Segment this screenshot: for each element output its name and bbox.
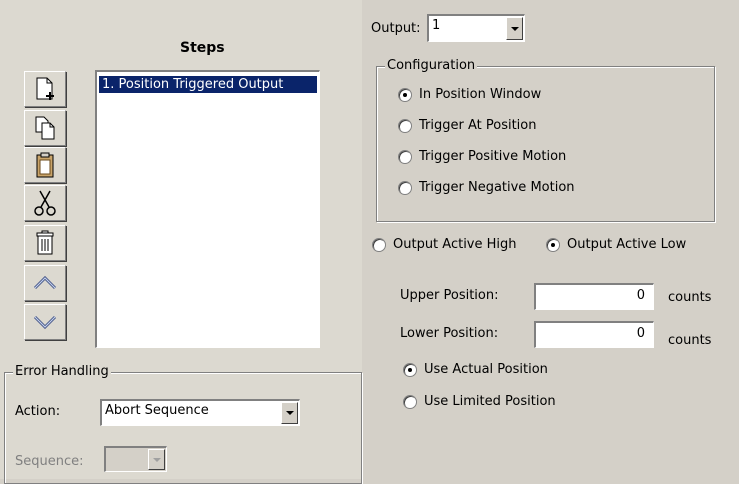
option-label: Trigger At Position (419, 118, 537, 133)
chevron-down-icon[interactable] (506, 17, 523, 40)
lower-position-input[interactable]: 0 (534, 321, 654, 348)
output-active-high-option[interactable]: Output Active High (372, 237, 517, 252)
trash-icon (36, 230, 54, 255)
option-label: Trigger Negative Motion (419, 180, 575, 195)
radio-button[interactable] (398, 87, 412, 102)
new-document-icon (36, 77, 54, 100)
copy-step-button[interactable] (24, 110, 66, 146)
radio-button[interactable] (398, 118, 412, 133)
upper-position-unit: counts (668, 290, 712, 305)
upper-position-label: Upper Position: (400, 288, 499, 303)
option-label: In Position Window (419, 87, 542, 102)
use-limited-position-option[interactable]: Use Limited Position (403, 394, 556, 409)
chevron-down-icon[interactable] (148, 449, 165, 470)
radio-button[interactable] (398, 180, 412, 195)
radio-button[interactable] (546, 237, 560, 252)
sequence-select[interactable] (104, 446, 167, 472)
option-label: Use Actual Position (424, 362, 548, 377)
lower-position-label: Lower Position: (400, 326, 499, 341)
radio-button[interactable] (403, 394, 417, 409)
move-up-button[interactable] (24, 265, 66, 301)
action-value: Abort Sequence (105, 403, 209, 418)
action-select[interactable]: Abort Sequence (100, 399, 300, 426)
delete-step-button[interactable] (24, 225, 66, 261)
clipboard-icon (36, 152, 54, 178)
list-item[interactable]: 1. Position Triggered Output (99, 76, 317, 93)
copy-icon (35, 116, 55, 140)
cut-step-button[interactable] (24, 185, 66, 221)
radio-button[interactable] (403, 362, 417, 377)
option-label: Output Active High (393, 237, 517, 252)
radio-button[interactable] (372, 237, 386, 252)
lower-position-unit: counts (668, 333, 712, 348)
use-actual-position-option[interactable]: Use Actual Position (403, 362, 548, 377)
radio-button[interactable] (398, 149, 412, 164)
configuration-title: Configuration (385, 58, 478, 74)
sequence-label: Sequence: (15, 454, 84, 469)
steps-panel: Steps 1. Position Triggered Output Error… (0, 0, 362, 484)
option-label: Output Active Low (567, 237, 687, 252)
output-active-low-option[interactable]: Output Active Low (546, 237, 686, 252)
new-step-button[interactable] (24, 71, 66, 107)
config-option-trigger-positive-motion[interactable]: Trigger Positive Motion (398, 149, 566, 164)
upper-position-input[interactable]: 0 (534, 283, 654, 310)
option-label: Use Limited Position (424, 394, 556, 409)
chevron-down-icon (33, 315, 57, 330)
scissors-icon (34, 190, 56, 216)
config-option-trigger-negative-motion[interactable]: Trigger Negative Motion (398, 180, 575, 195)
config-option-in-position-window[interactable]: In Position Window (398, 87, 541, 102)
config-option-trigger-at-position[interactable]: Trigger At Position (398, 118, 536, 133)
paste-step-button[interactable] (24, 147, 66, 183)
chevron-down-icon[interactable] (281, 402, 298, 424)
output-value: 1 (432, 18, 441, 33)
output-select[interactable]: 1 (427, 14, 525, 42)
option-label: Trigger Positive Motion (419, 149, 567, 164)
move-down-button[interactable] (24, 304, 66, 340)
output-label: Output: (371, 21, 421, 36)
steps-list[interactable]: 1. Position Triggered Output (95, 70, 320, 348)
action-label: Action: (15, 404, 61, 419)
steps-title: Steps (180, 40, 225, 56)
error-handling-title: Error Handling (13, 364, 111, 380)
chevron-up-icon (33, 275, 57, 290)
